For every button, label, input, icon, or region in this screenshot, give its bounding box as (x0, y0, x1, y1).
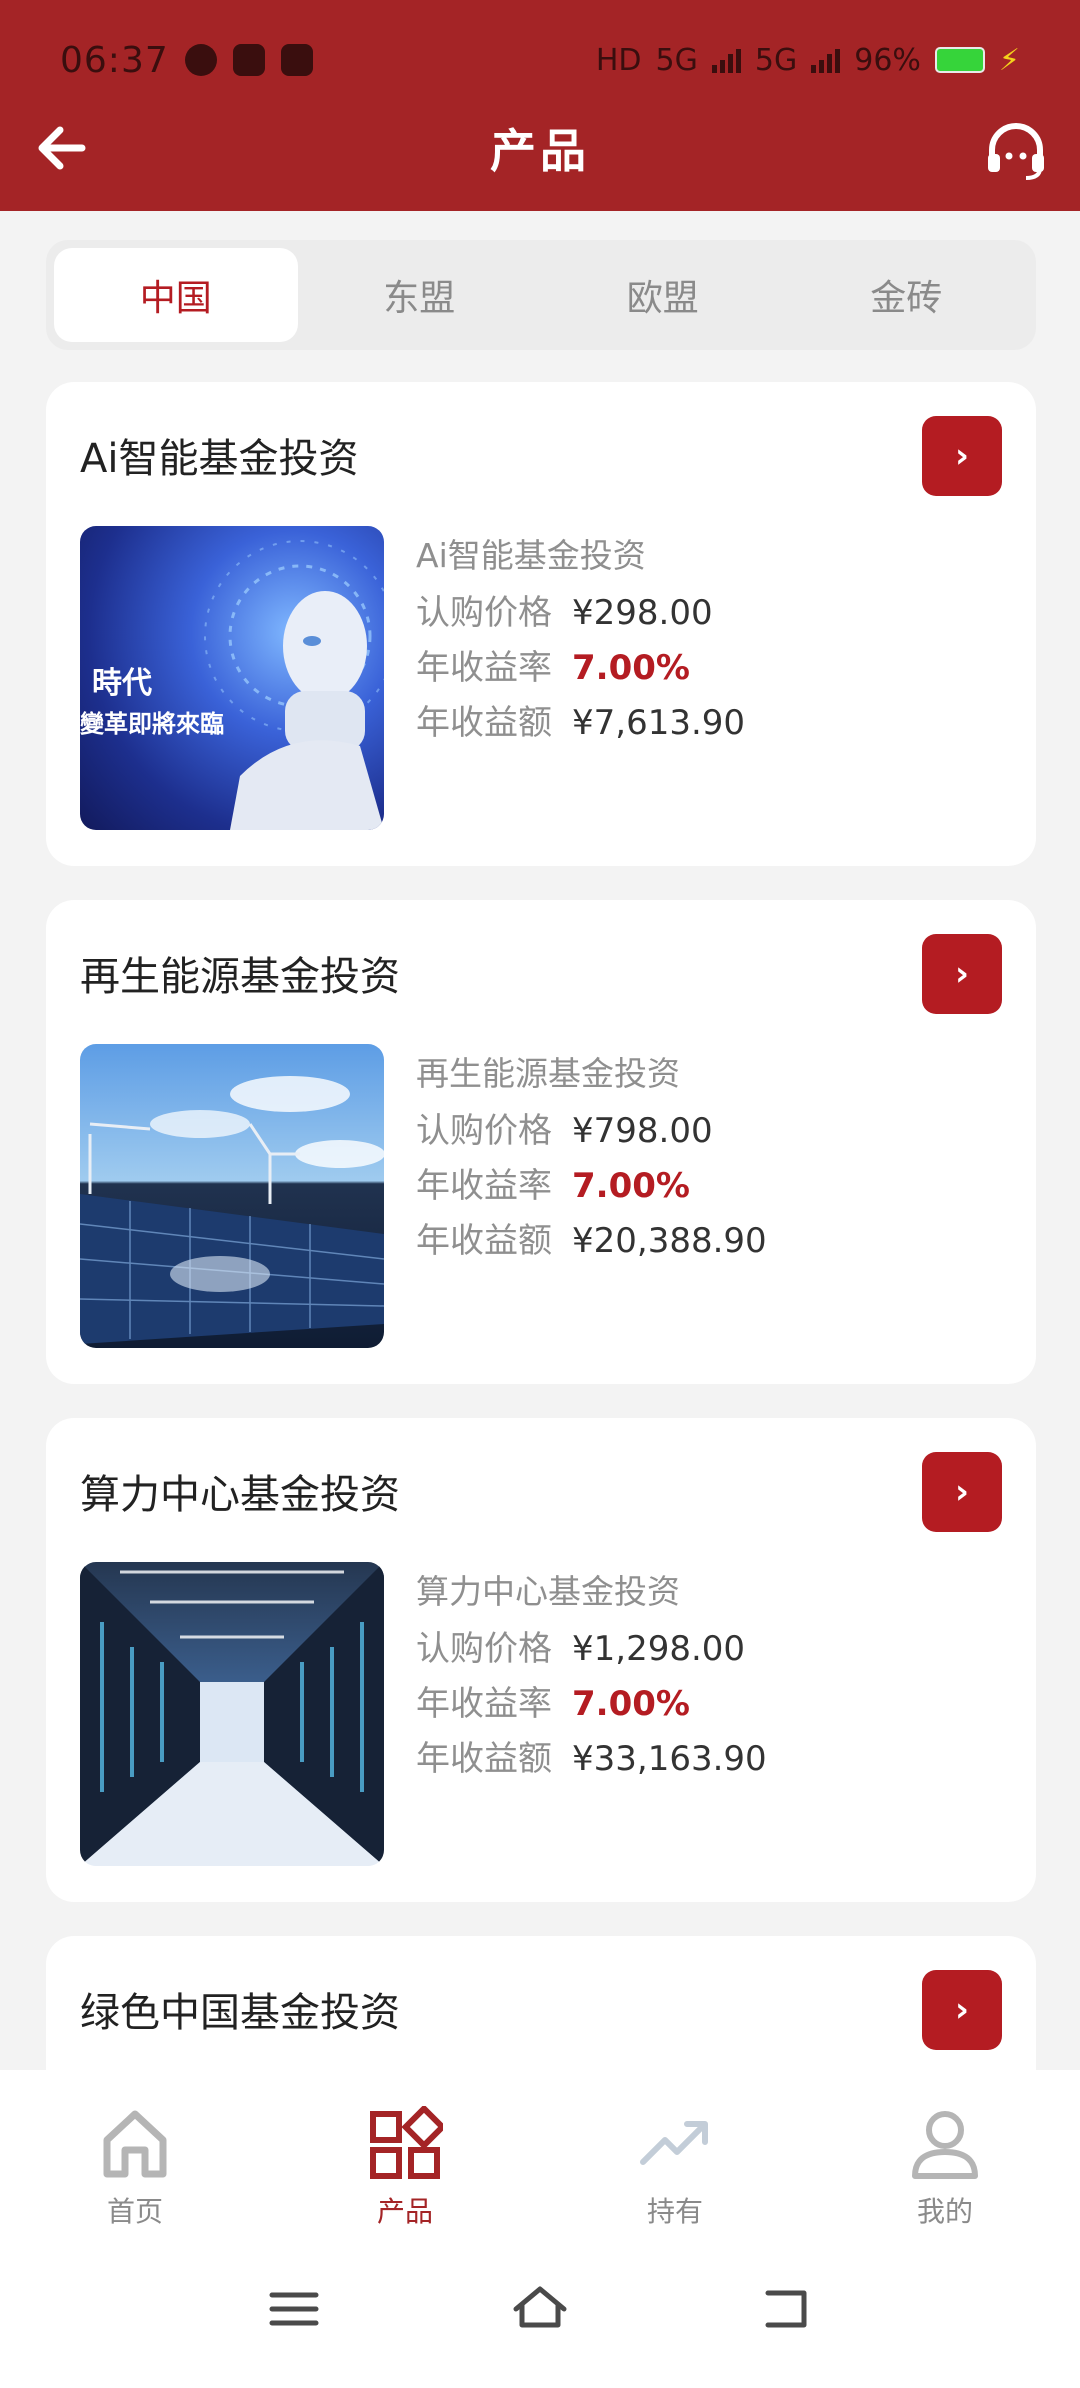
income-value: ¥33,163.90 (572, 1739, 767, 1779)
rate-label: 年收益率 (416, 1684, 552, 1724)
back-system-icon[interactable] (758, 2281, 814, 2337)
status-bar: 06:37 HD 5G 5G 96% ⚡ (60, 36, 1020, 84)
image-caption-2: 變革即將來臨 (80, 710, 224, 738)
price-label: 认购价格 (416, 1111, 552, 1151)
trend-icon (640, 2121, 708, 2165)
product-info: 再生能源基金投资 认购价格 ¥798.00 年收益率 7.00% 年收益额 ¥20,3… (416, 1044, 767, 1269)
tab-eu[interactable]: 欧盟 (541, 248, 785, 342)
rate-label: 年收益率 (416, 1166, 552, 1206)
menu-icon[interactable] (266, 2281, 322, 2337)
tab-asean[interactable]: 东盟 (298, 248, 542, 342)
product-card[interactable]: Ai智能基金投资 › 時代 變革即將來臨 Ai智能基金投资 认购价格 ¥298.0… (46, 382, 1036, 866)
price-value: ¥298.00 (572, 593, 713, 633)
chevron-right-icon[interactable]: › (922, 934, 1002, 1014)
tab-china[interactable]: 中国 (54, 248, 298, 342)
nav-mine[interactable]: 我的 (810, 2070, 1080, 2230)
product-card[interactable]: 再生能源基金投资 › 再生能源基金投资 认购价格 ¥798.00 年收益率 7.… (46, 900, 1036, 1384)
status-time: 06:37 (60, 39, 169, 81)
home-icon (103, 2110, 167, 2178)
income-value: ¥7,613.90 (572, 703, 746, 743)
home-system-icon[interactable] (512, 2281, 568, 2337)
price-label: 认购价格 (416, 1629, 552, 1669)
product-info: 算力中心基金投资 认购价格 ¥1,298.00 年收益率 7.00% 年收益额 ¥33… (416, 1562, 767, 1787)
nav-holdings-label: 持有 (646, 2195, 703, 2228)
user-icon (912, 2111, 978, 2179)
product-image-datacenter (80, 1562, 384, 1866)
app-notification-icon (232, 44, 265, 76)
region-tabs: 中国 东盟 欧盟 金砖 (46, 240, 1036, 350)
notification-icon (184, 44, 217, 76)
product-subtitle: 算力中心基金投资 (416, 1572, 680, 1611)
nav-products-label: 产品 (376, 2195, 433, 2228)
back-arrow-icon[interactable] (30, 116, 94, 180)
nav-holdings[interactable]: 持有 (540, 2070, 810, 2230)
product-title: 绿色中国基金投资 (80, 1990, 400, 2036)
sim2-label: 5G (754, 42, 798, 78)
charging-icon: ⚡ (998, 42, 1020, 78)
camera-notification-icon (280, 44, 313, 76)
price-value: ¥798.00 (572, 1111, 713, 1151)
sim1-label: 5G (655, 42, 698, 78)
tab-brics[interactable]: 金砖 (785, 248, 1029, 342)
product-image-ai: 時代 變革即將來臨 (80, 526, 384, 830)
nav-home[interactable]: 首页 (0, 2070, 270, 2230)
price-value: ¥1,298.00 (572, 1629, 746, 1669)
product-subtitle: 再生能源基金投资 (416, 1054, 680, 1093)
chevron-right-icon[interactable]: › (922, 1970, 1002, 2050)
navigation-bar: 产品 (0, 110, 1080, 186)
page-title: 产品 (490, 124, 590, 178)
product-subtitle: Ai智能基金投资 (416, 536, 646, 575)
signal-icon-2 (811, 47, 841, 73)
chevron-right-icon[interactable]: › (922, 1452, 1002, 1532)
price-label: 认购价格 (416, 593, 552, 633)
product-card[interactable]: 算力中心基金投资 › 算力中心基金投资 认购价格 ¥1,298.00 年收益率 … (46, 1418, 1036, 1902)
customer-service-icon[interactable] (982, 116, 1050, 184)
signal-icon (711, 47, 741, 73)
app-header: 06:37 HD 5G 5G 96% ⚡ 产品 (0, 0, 1080, 211)
battery-icon (934, 47, 985, 73)
income-value: ¥20,388.90 (572, 1221, 767, 1261)
hd-indicator: HD (595, 42, 642, 78)
rate-value: 7.00% (572, 1166, 690, 1206)
income-label: 年收益额 (416, 703, 552, 743)
income-label: 年收益额 (416, 1739, 552, 1779)
nav-products[interactable]: 产品 (270, 2070, 540, 2230)
products-icon (370, 2106, 443, 2179)
product-title: Ai智能基金投资 (80, 436, 359, 482)
product-title: 再生能源基金投资 (80, 954, 400, 1000)
nav-mine-label: 我的 (916, 2195, 973, 2228)
income-label: 年收益额 (416, 1221, 552, 1261)
rate-value: 7.00% (572, 648, 690, 688)
image-caption-1: 時代 (92, 666, 152, 701)
product-title: 算力中心基金投资 (80, 1472, 400, 1518)
product-image-solar (80, 1044, 384, 1348)
chevron-right-icon[interactable]: › (922, 416, 1002, 496)
system-navigation-bar (0, 2230, 1080, 2388)
rate-value: 7.00% (572, 1684, 690, 1724)
nav-home-label: 首页 (106, 2195, 163, 2228)
product-info: Ai智能基金投资 认购价格 ¥298.00 年收益率 7.00% 年收益额 ¥7,61… (416, 526, 745, 751)
rate-label: 年收益率 (416, 648, 552, 688)
battery-percent: 96% (854, 42, 921, 78)
bottom-navigation: 首页 产品 持有 我的 (0, 2070, 1080, 2230)
